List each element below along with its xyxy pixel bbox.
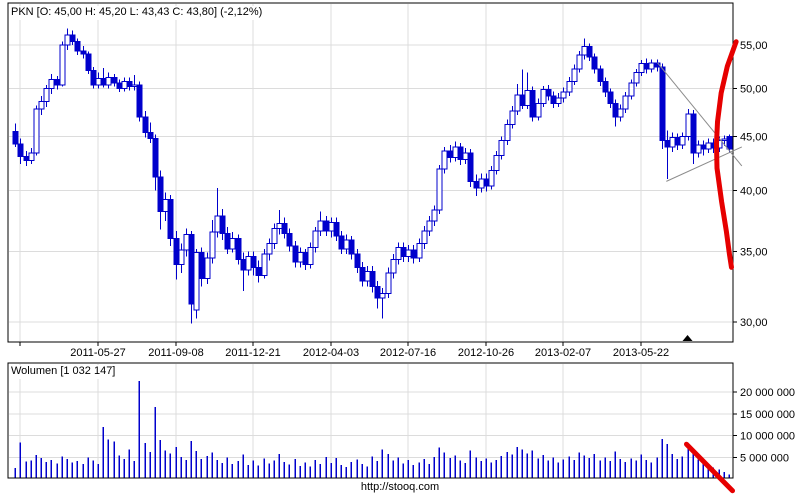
volume-panel-frame (7, 362, 734, 479)
svg-text:2013-02-07: 2013-02-07 (535, 347, 591, 359)
svg-text:20 000 000: 20 000 000 (740, 387, 795, 399)
svg-text:5 000 000: 5 000 000 (740, 452, 789, 464)
svg-text:2012-04-03: 2012-04-03 (303, 347, 359, 359)
svg-text:50,00: 50,00 (740, 84, 768, 96)
stooq-chart-image: 30,00 35,00 40,00 45,00 50,00 55,00 5 000 000 1… (0, 0, 800, 500)
svg-text:30,00: 30,00 (740, 317, 768, 329)
svg-text:2011-05-27: 2011-05-27 (70, 347, 125, 359)
svg-text:2011-09-08: 2011-09-08 (148, 347, 203, 359)
svg-text:2012-07-16: 2012-07-16 (380, 347, 436, 359)
svg-text:15 000 000: 15 000 000 (740, 409, 795, 421)
price-panel-header: PKN [O: 45,00 H: 45,20 L: 43,43 C: 43,80… (11, 6, 266, 20)
svg-text:2012-10-26: 2012-10-26 (458, 347, 514, 359)
svg-text:55,00: 55,00 (740, 40, 768, 52)
stooq-watermark: http://stooq.com (360, 481, 440, 493)
svg-text:40,00: 40,00 (740, 185, 768, 197)
svg-text:45,00: 45,00 (740, 132, 768, 144)
svg-text:10 000 000: 10 000 000 (740, 431, 795, 443)
svg-text:2011-12-21: 2011-12-21 (225, 347, 280, 359)
price-panel-frame (7, 2, 734, 343)
volume-panel-header: Wolumen [1 032 147] (11, 365, 119, 379)
svg-text:2013-05-22: 2013-05-22 (613, 347, 669, 359)
stock-chart-svg: 30,00 35,00 40,00 45,00 50,00 55,00 5 000 000 1… (7, 2, 795, 494)
svg-text:35,00: 35,00 (740, 246, 768, 258)
